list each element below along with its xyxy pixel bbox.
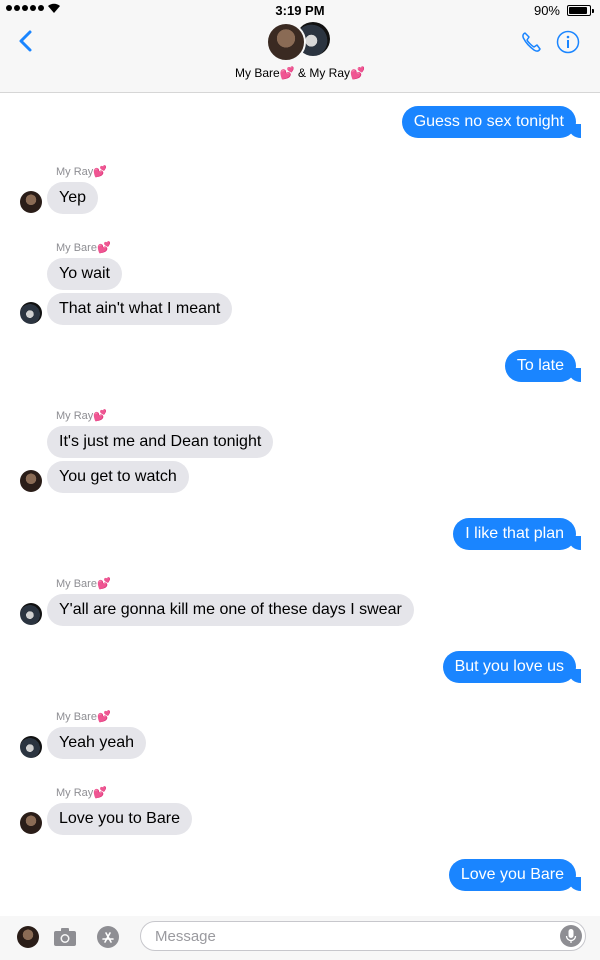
incoming-message[interactable]: It's just me and Dean tonight: [47, 426, 274, 458]
incoming-message[interactable]: You get to watch: [47, 461, 189, 493]
outgoing-message[interactable]: Love you Bare: [448, 859, 582, 891]
message-composer: [0, 916, 600, 960]
sender-name: My Ray💕: [56, 410, 107, 422]
group-avatars[interactable]: [266, 22, 334, 62]
incoming-message[interactable]: Yeah yeah: [47, 727, 147, 759]
status-bar: 3:19 PM 90%: [0, 0, 600, 22]
avatar: [20, 736, 42, 758]
chevron-left-icon[interactable]: [14, 28, 40, 54]
info-icon[interactable]: [556, 30, 580, 54]
battery-icon: [567, 5, 594, 16]
avatar: [266, 22, 306, 62]
sender-name: My Ray💕: [56, 166, 107, 178]
camera-icon[interactable]: [53, 927, 77, 947]
battery-percent: 90%: [533, 3, 560, 18]
sender-name: My Ray💕: [56, 787, 107, 799]
avatar: [17, 926, 39, 948]
outgoing-message[interactable]: I like that plan: [453, 518, 581, 550]
avatar: [20, 812, 42, 834]
outgoing-message[interactable]: Guess no sex tonight: [401, 106, 582, 138]
sender-name: My Bare💕: [56, 242, 111, 254]
incoming-message[interactable]: That ain't what I meant: [47, 293, 233, 325]
sender-name: My Bare💕: [56, 711, 111, 723]
conversation-header: 3:19 PM 90% My Bare💕 & My Ray💕: [0, 0, 600, 93]
avatar: [20, 302, 42, 324]
conversation-title[interactable]: My Bare💕 & My Ray💕: [0, 66, 600, 80]
app-store-icon[interactable]: [96, 925, 120, 949]
microphone-icon[interactable]: [560, 925, 582, 947]
sender-name: My Bare💕: [56, 578, 111, 590]
message-input[interactable]: [140, 921, 586, 951]
incoming-message[interactable]: Y'all are gonna kill me one of these day…: [47, 594, 414, 626]
status-time: 3:19 PM: [275, 3, 325, 18]
outgoing-message[interactable]: But you love us: [442, 651, 582, 683]
outgoing-message[interactable]: To late: [504, 350, 582, 382]
incoming-message[interactable]: Love you to Bare: [47, 803, 192, 835]
incoming-message[interactable]: Yo wait: [47, 258, 122, 290]
phone-icon[interactable]: [520, 30, 544, 54]
avatar: [20, 470, 42, 492]
avatar: [20, 191, 42, 213]
avatar: [20, 603, 42, 625]
incoming-message[interactable]: Yep: [47, 182, 98, 214]
